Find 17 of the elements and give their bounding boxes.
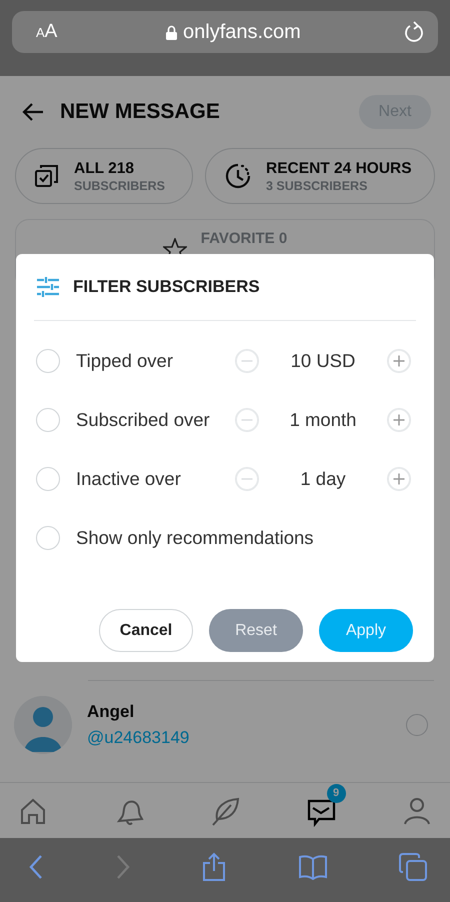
filter-value: 1 month	[288, 408, 358, 430]
page-title: NEW MESSAGE	[60, 100, 221, 124]
filter-value: 1 day	[299, 468, 347, 490]
url-text: onlyfans.com	[183, 20, 301, 44]
filter-value: 10 USD	[290, 350, 356, 372]
filter-label: Subscribed over	[76, 408, 211, 430]
subscriber-handle: @u24683149	[87, 728, 190, 748]
dialog-title: FILTER SUBSCRIBERS	[73, 277, 260, 297]
filter-label: Inactive over	[76, 468, 182, 490]
filter-label: Tipped over	[76, 350, 174, 372]
list-count: 3 SUBSCRIBERS	[266, 178, 368, 192]
notification-badge: 9	[326, 784, 346, 802]
list-count: SUBSCRIBERS	[74, 178, 165, 192]
filter-label: Show only recommendations	[76, 526, 314, 548]
list-title: ALL 218	[74, 160, 136, 178]
subscriber-name: Angel	[87, 702, 136, 722]
list-title: RECENT 24 HOURS	[266, 160, 412, 178]
